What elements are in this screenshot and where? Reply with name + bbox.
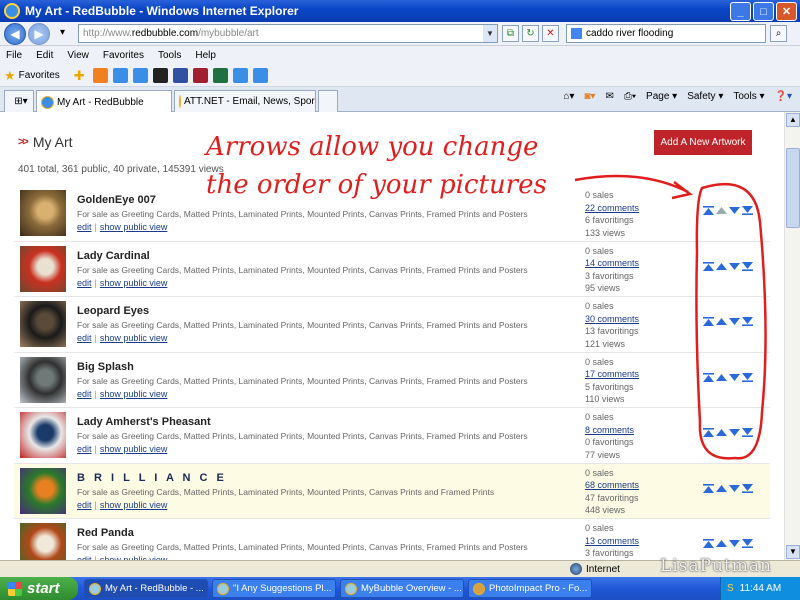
photoimpact-icon (473, 582, 485, 595)
menu-favorites[interactable]: Favorites (103, 50, 144, 61)
search-value: caddo river flooding (586, 28, 674, 39)
scroll-thumb[interactable] (786, 148, 800, 228)
annotation-overlay (574, 174, 767, 460)
tray-icon[interactable]: S (727, 583, 734, 594)
favorite-link-icon[interactable] (192, 68, 208, 83)
windows-flag-icon (8, 581, 22, 596)
home-icon[interactable]: ⌂▾ (563, 91, 574, 102)
favorite-link-icon[interactable] (92, 68, 108, 83)
maximize-button[interactable]: □ (753, 2, 774, 21)
clock: 11:44 AM (739, 583, 782, 594)
task-label: My Art - RedBubble - ... (105, 583, 204, 594)
tab-att[interactable]: ATT.NET - Email, News, Spor... (174, 90, 316, 112)
tools-menu[interactable]: Tools ▾ (733, 91, 764, 102)
ie-page-icon (217, 582, 229, 595)
help-icon[interactable]: ❓▾ (775, 91, 792, 102)
annotation-arrow (574, 174, 689, 194)
feeds-icon[interactable]: ◙▾ (584, 91, 595, 102)
minimize-button[interactable]: _ (730, 2, 751, 21)
page-content: >> My Art 401 total, 361 public, 40 priv… (0, 112, 784, 560)
ie-page-icon (179, 95, 181, 108)
address-toolbar: ◀ ▶ ▾ http://www. redbubble.com/mybubble/… (0, 22, 800, 46)
taskbar-item-suggestions[interactable]: "I Any Suggestions Pl... (212, 579, 336, 598)
add-favorite-icon[interactable]: ✚ (74, 68, 85, 84)
ie-page-icon (41, 95, 54, 109)
favorites-star-icon: ★ (4, 67, 16, 83)
window-title: My Art - RedBubble - Windows Internet Ex… (25, 4, 299, 18)
favorite-link-icon[interactable] (152, 68, 168, 83)
window-title-bar: My Art - RedBubble - Windows Internet Ex… (0, 0, 800, 22)
back-button[interactable]: ◀ (4, 23, 26, 45)
menu-view[interactable]: View (67, 50, 89, 61)
safety-menu[interactable]: Safety ▾ (687, 91, 723, 102)
taskbar-item-mybubble[interactable]: MyBubble Overview - ... (340, 579, 464, 598)
ie-logo-icon (4, 3, 20, 19)
url-domain: redbubble.com (131, 28, 199, 39)
forward-button[interactable]: ▶ (28, 23, 50, 45)
start-button[interactable]: start (0, 577, 78, 600)
new-tab-button[interactable] (318, 90, 338, 112)
page-menu[interactable]: Page ▾ (646, 91, 677, 102)
print-icon[interactable]: ⎙▾ (624, 91, 636, 102)
url-prefix: http://www. (83, 28, 132, 39)
url-path: /mybubble/art (198, 28, 259, 39)
zone-label: Internet (586, 563, 620, 575)
system-tray: S 11:44 AM (720, 577, 800, 600)
scroll-up-icon[interactable]: ▲ (786, 113, 800, 127)
history-dropdown-icon[interactable]: ▾ (54, 25, 71, 42)
search-icon[interactable]: ⌕ (770, 25, 787, 42)
google-icon (571, 28, 582, 39)
ie-page-icon (345, 582, 357, 595)
compatibility-icon[interactable]: ⧉ (502, 25, 519, 42)
stop-icon[interactable]: ✕ (542, 25, 559, 42)
close-window-button[interactable]: ✕ (776, 2, 797, 21)
menu-file[interactable]: File (6, 50, 22, 61)
favorites-button[interactable]: Favorites (19, 70, 60, 81)
mail-icon[interactable]: ✉ (605, 91, 613, 102)
ie-page-icon (89, 582, 101, 595)
scroll-down-icon[interactable]: ▼ (786, 545, 800, 559)
annotation-loop (695, 182, 767, 460)
favorite-link-icon[interactable] (252, 68, 268, 83)
start-label: start (27, 580, 60, 597)
task-label: PhotoImpact Pro - Fo... (489, 583, 588, 594)
menu-tools[interactable]: Tools (158, 50, 181, 61)
favorite-link-icon[interactable] (112, 68, 128, 83)
favorite-link-icon[interactable] (232, 68, 248, 83)
menu-help[interactable]: Help (195, 50, 216, 61)
security-zone: Internet (570, 563, 620, 575)
menu-bar: File Edit View Favorites Tools Help (0, 46, 800, 65)
vertical-scrollbar[interactable]: ▲ ▼ (784, 112, 800, 560)
favorite-link-icon[interactable] (212, 68, 228, 83)
address-dropdown-icon[interactable]: ▼ (483, 25, 497, 42)
tab-label: ATT.NET - Email, News, Spor... (184, 96, 316, 107)
task-label: MyBubble Overview - ... (361, 583, 462, 594)
taskbar-item-myart[interactable]: My Art - RedBubble - ... (84, 579, 208, 598)
task-label: "I Any Suggestions Pl... (233, 583, 332, 594)
tab-bar: ⊞▾ My Art - RedBubble ATT.NET - Email, N… (0, 87, 800, 113)
tab-my-art[interactable]: My Art - RedBubble (36, 90, 172, 113)
search-input[interactable]: caddo river flooding (566, 24, 766, 43)
tab-label: My Art - RedBubble (57, 96, 144, 108)
taskbar: start My Art - RedBubble - ... "I Any Su… (0, 577, 800, 600)
address-bar[interactable]: http://www. redbubble.com/mybubble/art ▼ (78, 24, 498, 43)
favorite-link-icon[interactable] (172, 68, 188, 83)
favorites-bar: ★ Favorites ✚ (0, 65, 800, 87)
menu-edit[interactable]: Edit (36, 50, 53, 61)
quick-tabs-button[interactable]: ⊞▾ (4, 90, 34, 112)
watermark-signature: LisaPutman (660, 556, 773, 576)
globe-icon (570, 563, 582, 575)
favorite-link-icon[interactable] (132, 68, 148, 83)
taskbar-item-photoimpact[interactable]: PhotoImpact Pro - Fo... (468, 579, 592, 598)
refresh-icon[interactable]: ↻ (522, 25, 539, 42)
